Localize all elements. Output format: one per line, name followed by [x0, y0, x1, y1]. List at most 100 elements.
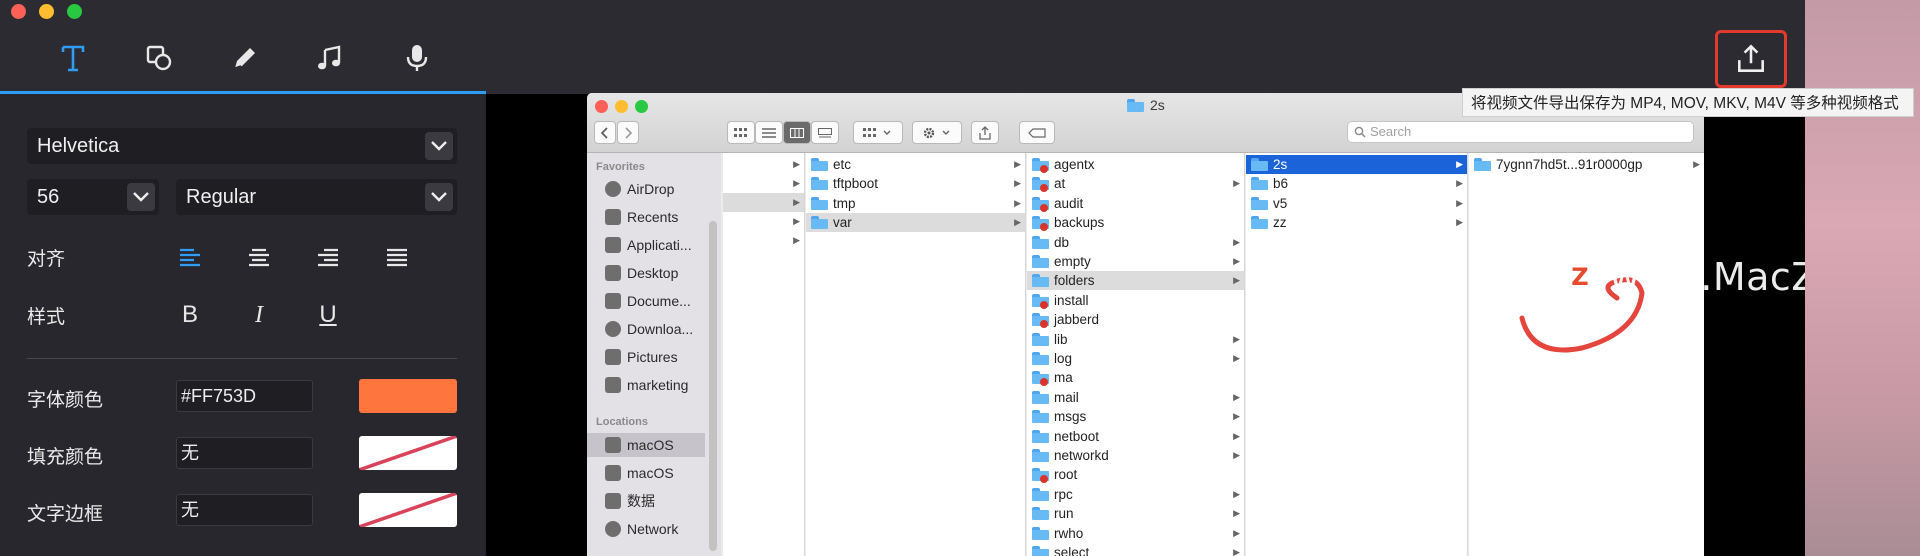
- font-color-field[interactable]: #FF753D: [176, 380, 313, 412]
- sidebar-item-desktop[interactable]: Desktop: [587, 261, 705, 285]
- list-item-label: mail: [1054, 389, 1079, 405]
- underline-button[interactable]: U: [310, 297, 346, 333]
- list-item[interactable]: 7ygnn7hd5t...91r0000gp ▶: [1469, 155, 1704, 174]
- fill-color-swatch[interactable]: [359, 436, 457, 470]
- sidebar-item-network[interactable]: Network: [587, 517, 705, 541]
- minimize-window-button[interactable]: [39, 4, 54, 19]
- back-button[interactable]: [594, 121, 616, 144]
- shape-tool-button[interactable]: [137, 36, 181, 80]
- action-button[interactable]: [912, 121, 962, 144]
- list-item[interactable]: ▶: [723, 231, 804, 250]
- close-window-button[interactable]: [11, 4, 26, 19]
- list-item[interactable]: log ▶: [1027, 349, 1244, 368]
- list-item-label: root: [1054, 467, 1078, 483]
- font-weight-dropdown[interactable]: Regular: [176, 179, 457, 215]
- font-color-swatch[interactable]: [359, 379, 457, 413]
- font-family-dropdown[interactable]: Helvetica: [27, 128, 457, 164]
- text-border-swatch[interactable]: [359, 493, 457, 527]
- list-item[interactable]: ▶: [723, 212, 804, 231]
- finder-sidebar: Favorites AirDrop Recents Applicati... D…: [587, 153, 721, 556]
- list-view-button[interactable]: [755, 121, 783, 144]
- list-item[interactable]: msgs ▶: [1027, 407, 1244, 426]
- list-item[interactable]: install: [1027, 291, 1244, 310]
- list-item[interactable]: ▶: [723, 155, 804, 174]
- list-item[interactable]: mail ▶: [1027, 388, 1244, 407]
- restricted-badge-icon: [1040, 300, 1048, 309]
- align-left-button[interactable]: [172, 240, 208, 276]
- list-item[interactable]: rpc ▶: [1027, 485, 1244, 504]
- pen-tool-button[interactable]: [223, 36, 267, 80]
- zoom-window-button[interactable]: [67, 4, 82, 19]
- microphone-tool-button[interactable]: [395, 36, 439, 80]
- export-tooltip: 将视频文件导出保存为 MP4, MOV, MKV, M4V 等多种视频格式: [1462, 88, 1914, 117]
- sidebar-item-applications[interactable]: Applicati...: [587, 233, 705, 257]
- list-item[interactable]: folders ▶: [1027, 271, 1244, 291]
- align-justify-button[interactable]: [379, 240, 415, 276]
- column-view-button[interactable]: [783, 121, 811, 144]
- text-border-field[interactable]: 无: [176, 494, 313, 526]
- list-item[interactable]: run ▶: [1027, 504, 1244, 523]
- list-item[interactable]: var ▶: [806, 213, 1025, 233]
- sidebar-item-recents[interactable]: Recents: [587, 205, 705, 229]
- list-item[interactable]: ma: [1027, 368, 1244, 387]
- sidebar-item-label: Downloa...: [627, 321, 694, 337]
- finder-close-button[interactable]: [595, 100, 608, 113]
- list-item[interactable]: select ▶: [1027, 543, 1244, 556]
- align-right-button[interactable]: [310, 240, 346, 276]
- list-item[interactable]: agentx: [1027, 155, 1244, 174]
- icon-view-button[interactable]: [727, 121, 755, 144]
- list-item[interactable]: etc ▶: [806, 155, 1025, 174]
- share-button[interactable]: [971, 121, 999, 144]
- pictures-icon: [605, 349, 621, 365]
- disclosure-triangle-icon: ▶: [1233, 527, 1240, 538]
- finder-search-input[interactable]: Search: [1347, 121, 1694, 143]
- list-item[interactable]: backups: [1027, 213, 1244, 232]
- sidebar-item-downloads[interactable]: Downloa...: [587, 317, 705, 341]
- sidebar-item-label: Recents: [627, 209, 679, 225]
- search-icon: [1354, 126, 1366, 138]
- finder-minimize-button[interactable]: [615, 100, 628, 113]
- list-item[interactable]: zz ▶: [1246, 213, 1467, 232]
- music-tool-button[interactable]: [308, 36, 352, 80]
- list-item[interactable]: tmp ▶: [806, 194, 1025, 213]
- sidebar-item-airdrop[interactable]: AirDrop: [587, 177, 705, 201]
- italic-button[interactable]: I: [241, 297, 277, 333]
- list-item[interactable]: db ▶: [1027, 233, 1244, 252]
- font-size-dropdown[interactable]: 56: [27, 179, 159, 215]
- finder-zoom-button[interactable]: [635, 100, 648, 113]
- list-item[interactable]: lib ▶: [1027, 330, 1244, 349]
- list-item[interactable]: v5 ▶: [1246, 194, 1467, 213]
- sidebar-item-macos-2[interactable]: macOS: [587, 461, 705, 485]
- list-item-label: at: [1054, 176, 1066, 192]
- sidebar-item-macos[interactable]: macOS: [587, 433, 705, 457]
- group-by-button[interactable]: [853, 121, 903, 144]
- list-item[interactable]: b6 ▶: [1246, 174, 1467, 193]
- fill-color-field[interactable]: 无: [176, 437, 313, 469]
- gallery-view-button[interactable]: [811, 121, 839, 144]
- list-item[interactable]: jabberd: [1027, 310, 1244, 329]
- list-item[interactable]: at ▶: [1027, 174, 1244, 193]
- list-item[interactable]: 2s ▶: [1246, 155, 1467, 174]
- sidebar-scrollbar[interactable]: [709, 221, 717, 551]
- forward-button[interactable]: [617, 121, 639, 144]
- list-item[interactable]: root: [1027, 465, 1244, 484]
- sidebar-item-label: Desktop: [627, 265, 679, 281]
- sidebar-item-marketing[interactable]: marketing: [587, 373, 705, 397]
- sidebar-item-data[interactable]: 数据: [587, 489, 705, 513]
- sidebar-item-pictures[interactable]: Pictures: [587, 345, 705, 369]
- list-item[interactable]: netboot ▶: [1027, 427, 1244, 446]
- list-item[interactable]: empty ▶: [1027, 252, 1244, 271]
- align-center-button[interactable]: [241, 240, 277, 276]
- list-item[interactable]: rwho ▶: [1027, 524, 1244, 543]
- bold-button[interactable]: B: [172, 297, 208, 333]
- list-item[interactable]: networkd ▶: [1027, 446, 1244, 465]
- list-item[interactable]: audit: [1027, 194, 1244, 213]
- export-button[interactable]: [1715, 30, 1787, 88]
- list-item[interactable]: ▶: [723, 174, 804, 193]
- sidebar-item-documents[interactable]: Docume...: [587, 289, 705, 313]
- text-tool-button[interactable]: [51, 36, 95, 80]
- list-item[interactable]: tftpboot ▶: [806, 174, 1025, 193]
- tags-button[interactable]: [1019, 121, 1055, 144]
- list-item[interactable]: ▶: [723, 193, 804, 212]
- folder-icon: [1251, 216, 1268, 230]
